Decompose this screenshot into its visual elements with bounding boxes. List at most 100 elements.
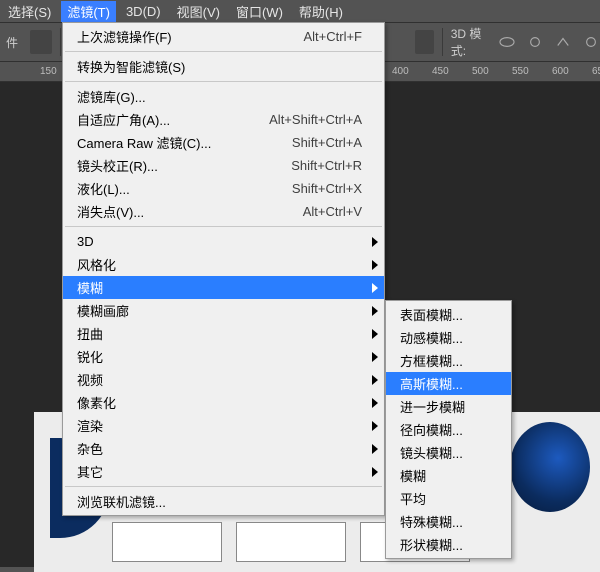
- submenu-item-label: 动感模糊...: [400, 328, 463, 347]
- menu-help[interactable]: 帮助(H): [293, 1, 349, 22]
- ruler-label: 600: [552, 66, 569, 77]
- menu-item-shortcut: Alt+Ctrl+F: [303, 29, 362, 44]
- toolbar-icon-1[interactable]: [30, 30, 52, 54]
- menu-item-shortcut: Shift+Ctrl+A: [292, 135, 362, 150]
- ruler-label: 650: [592, 66, 600, 77]
- filter-menu-item[interactable]: 扭曲: [63, 322, 384, 345]
- menu-item-label: 视频: [77, 370, 103, 389]
- menu-select[interactable]: 选择(S): [2, 1, 57, 22]
- submenu-item-label: 形状模糊...: [400, 535, 463, 554]
- menu-separator: [65, 486, 382, 487]
- blur-submenu-item[interactable]: 表面模糊...: [386, 303, 511, 326]
- menubar: 选择(S) 滤镜(T) 3D(D) 视图(V) 窗口(W) 帮助(H): [0, 0, 600, 22]
- filter-menu-item[interactable]: 3D: [63, 230, 384, 253]
- menu-window[interactable]: 窗口(W): [230, 1, 289, 22]
- blur-submenu: 表面模糊... 动感模糊... 方框模糊... 高斯模糊... 进一步模糊径向模糊...…: [385, 300, 512, 559]
- menu-item-label: 自适应广角(A)...: [77, 110, 170, 129]
- menu-3d[interactable]: 3D(D): [120, 3, 167, 20]
- menu-item-label: 风格化: [77, 255, 116, 274]
- submenu-item-label: 高斯模糊...: [400, 374, 463, 393]
- rotate-icon[interactable]: [582, 35, 600, 49]
- submenu-item-label: 平均: [400, 489, 426, 508]
- ruler-label: 550: [512, 66, 529, 77]
- filter-menu-item[interactable]: 消失点(V)... Alt+Ctrl+V: [63, 200, 384, 223]
- menu-item-label: 浏览联机滤镜...: [77, 492, 166, 511]
- menu-item-label: 滤镜库(G)...: [77, 87, 146, 106]
- menu-item-label: 锐化: [77, 347, 103, 366]
- submenu-item-label: 方框模糊...: [400, 351, 463, 370]
- menu-view[interactable]: 视图(V): [171, 1, 226, 22]
- blur-submenu-item[interactable]: 动感模糊...: [386, 326, 511, 349]
- menu-item-label: 杂色: [77, 439, 103, 458]
- filter-menu-item[interactable]: 浏览联机滤镜...: [63, 490, 384, 513]
- blur-submenu-item[interactable]: 方框模糊...: [386, 349, 511, 372]
- menu-separator: [65, 226, 382, 227]
- menu-separator: [65, 81, 382, 82]
- filter-menu-item[interactable]: 视频: [63, 368, 384, 391]
- filter-dropdown: 上次滤镜操作(F) Alt+Ctrl+F 转换为智能滤镜(S) 滤镜库(G)... 自适…: [62, 22, 385, 516]
- menu-separator: [65, 51, 382, 52]
- thumbnail-1: [112, 522, 222, 562]
- filter-menu-item[interactable]: 其它: [63, 460, 384, 483]
- menu-item-label: 模糊: [77, 278, 103, 297]
- menu-item-label: 消失点(V)...: [77, 202, 144, 221]
- ruler-label: 400: [392, 66, 409, 77]
- submenu-item-label: 进一步模糊: [400, 397, 465, 416]
- menu-item-label: 扭曲: [77, 324, 103, 343]
- menu-item-shortcut: Alt+Ctrl+V: [303, 204, 362, 219]
- menu-item-label: 模糊画廊: [77, 301, 129, 320]
- blur-submenu-item[interactable]: 平均: [386, 487, 511, 510]
- menu-item-shortcut: Alt+Shift+Ctrl+A: [269, 112, 362, 127]
- pan-icon[interactable]: [526, 35, 544, 49]
- filter-menu-item[interactable]: 液化(L)... Shift+Ctrl+X: [63, 177, 384, 200]
- submenu-item-label: 径向模糊...: [400, 420, 463, 439]
- filter-menu-item[interactable]: 转换为智能滤镜(S): [63, 55, 384, 78]
- filter-menu-item[interactable]: 像素化: [63, 391, 384, 414]
- image-circle-right: [510, 422, 590, 512]
- toolbar-left-label: 件: [2, 34, 18, 51]
- submenu-item-label: 表面模糊...: [400, 305, 463, 324]
- ruler-label: 450: [432, 66, 449, 77]
- menu-item-label: Camera Raw 滤镜(C)...: [77, 133, 211, 152]
- filter-menu-item[interactable]: 滤镜库(G)...: [63, 85, 384, 108]
- filter-menu-item[interactable]: 镜头校正(R)... Shift+Ctrl+R: [63, 154, 384, 177]
- toolbar-icon-2[interactable]: [415, 30, 434, 54]
- filter-menu-item[interactable]: Camera Raw 滤镜(C)... Shift+Ctrl+A: [63, 131, 384, 154]
- filter-menu-item[interactable]: 风格化: [63, 253, 384, 276]
- submenu-item-label: 模糊: [400, 466, 426, 485]
- blur-submenu-item[interactable]: 进一步模糊: [386, 395, 511, 418]
- ruler-label: 150: [40, 66, 57, 77]
- menu-item-label: 渲染: [77, 416, 103, 435]
- orbit-icon[interactable]: [498, 35, 516, 49]
- menu-item-label: 3D: [77, 234, 94, 249]
- toolbar-divider-2: [442, 28, 443, 56]
- zoom-icon[interactable]: [554, 35, 572, 49]
- blur-submenu-item[interactable]: 径向模糊...: [386, 418, 511, 441]
- menu-item-label: 其它: [77, 462, 103, 481]
- menu-item-shortcut: Shift+Ctrl+R: [291, 158, 362, 173]
- filter-menu-item[interactable]: 锐化: [63, 345, 384, 368]
- menu-item-label: 液化(L)...: [77, 179, 130, 198]
- filter-menu-item[interactable]: 渲染: [63, 414, 384, 437]
- menu-item-label: 镜头校正(R)...: [77, 156, 158, 175]
- submenu-item-label: 镜头模糊...: [400, 443, 463, 462]
- menu-item-label: 像素化: [77, 393, 116, 412]
- blur-submenu-item[interactable]: 高斯模糊...: [386, 372, 511, 395]
- submenu-item-label: 特殊模糊...: [400, 512, 463, 531]
- blur-submenu-item[interactable]: 模糊: [386, 464, 511, 487]
- blur-submenu-item[interactable]: 形状模糊...: [386, 533, 511, 556]
- filter-menu-item[interactable]: 模糊画廊: [63, 299, 384, 322]
- filter-menu-item[interactable]: 杂色: [63, 437, 384, 460]
- menu-item-shortcut: Shift+Ctrl+X: [292, 181, 362, 196]
- filter-menu-item[interactable]: 模糊: [63, 276, 384, 299]
- filter-menu-item[interactable]: 上次滤镜操作(F) Alt+Ctrl+F: [63, 25, 384, 48]
- blur-submenu-item[interactable]: 镜头模糊...: [386, 441, 511, 464]
- menu-filter[interactable]: 滤镜(T): [61, 1, 116, 22]
- menu-item-label: 上次滤镜操作(F): [77, 27, 172, 46]
- toolbar-divider: [60, 28, 61, 56]
- blur-submenu-item[interactable]: 特殊模糊...: [386, 510, 511, 533]
- ruler-label: 500: [472, 66, 489, 77]
- thumbnail-2: [236, 522, 346, 562]
- filter-menu-item[interactable]: 自适应广角(A)... Alt+Shift+Ctrl+A: [63, 108, 384, 131]
- menu-item-label: 转换为智能滤镜(S): [77, 57, 185, 76]
